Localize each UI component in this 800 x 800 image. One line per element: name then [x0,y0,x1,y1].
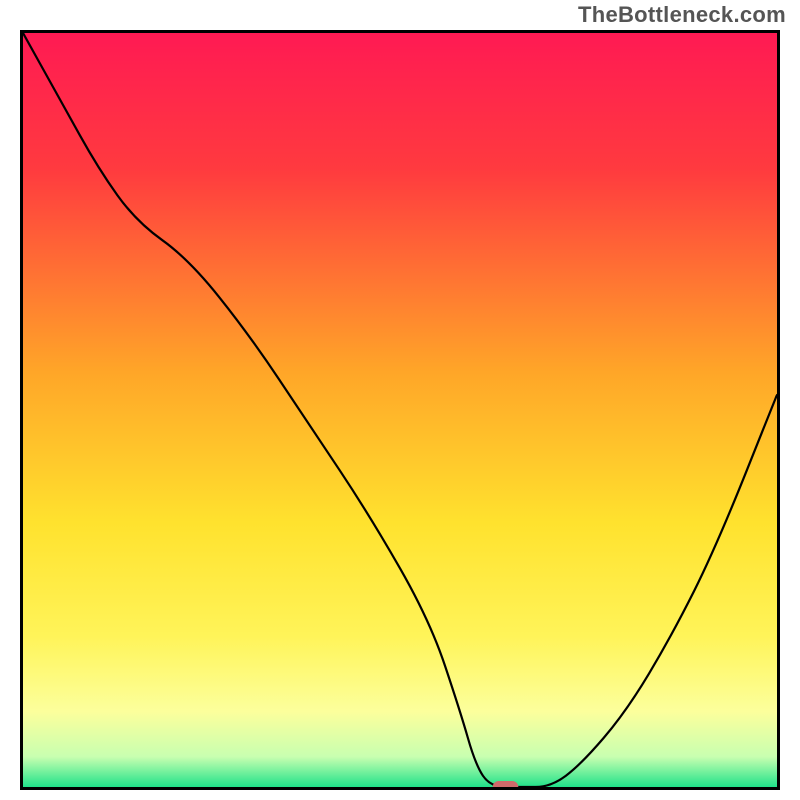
plot-svg [23,33,777,787]
plot-frame [20,30,780,790]
optimum-marker [493,781,519,787]
watermark-text: TheBottleneck.com [578,2,786,28]
chart-root: TheBottleneck.com [0,0,800,800]
background-rect [23,33,777,787]
